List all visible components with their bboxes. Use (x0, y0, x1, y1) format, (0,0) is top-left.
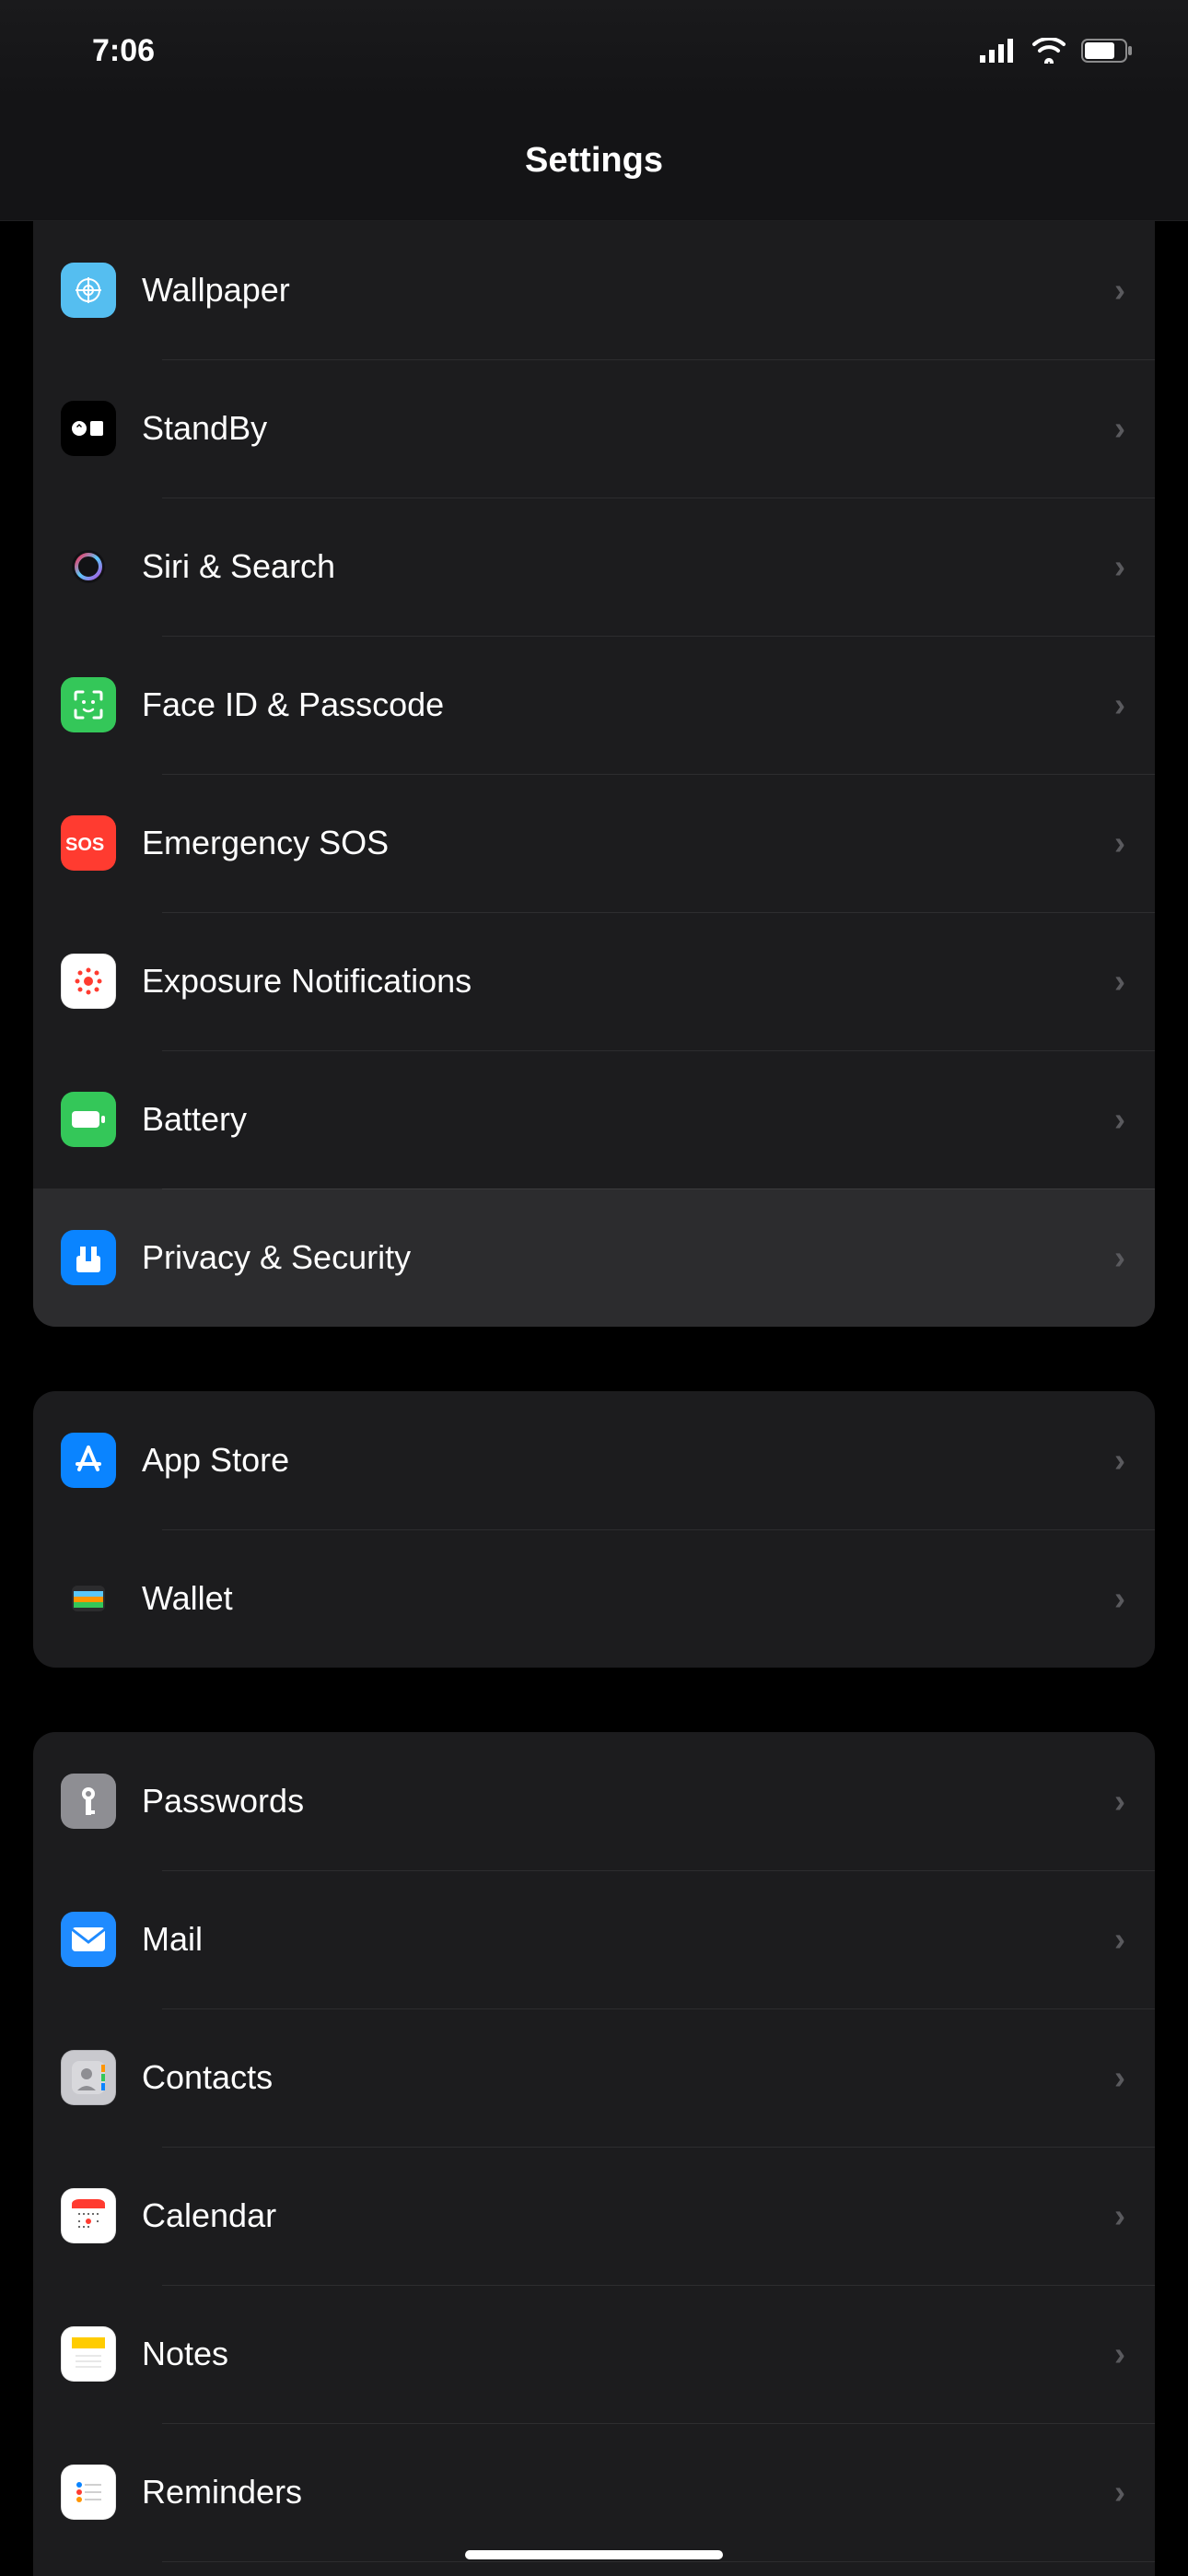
privacy-icon (61, 1230, 116, 1285)
chevron-right-icon: › (1114, 1579, 1125, 1618)
settings-row-freeform[interactable]: Freeform› (33, 2561, 1155, 2576)
chevron-right-icon: › (1114, 1920, 1125, 1959)
chevron-right-icon: › (1114, 2335, 1125, 2373)
settings-row-notes[interactable]: Notes › (33, 2285, 1155, 2423)
settings-row-label: Calendar (142, 2196, 1089, 2235)
wallet-icon (61, 1571, 116, 1626)
wallpaper-icon (61, 263, 116, 318)
settings-row-label: StandBy (142, 409, 1089, 448)
settings-group-system: Wallpaper›StandBy›Siri & Search›Face ID … (33, 221, 1155, 1327)
chevron-right-icon: › (1114, 962, 1125, 1001)
chevron-right-icon: › (1114, 271, 1125, 310)
settings-list[interactable]: Wallpaper›StandBy›Siri & Search›Face ID … (0, 221, 1188, 2576)
appstore-icon (61, 1433, 116, 1488)
status-bar: 7:06 (0, 0, 1188, 101)
settings-row-siri[interactable]: Siri & Search › (33, 498, 1155, 636)
settings-row-label: Privacy & Security (142, 1238, 1089, 1277)
faceid-icon (61, 677, 116, 732)
calendar-icon (61, 2188, 116, 2243)
settings-row-battery[interactable]: Battery › (33, 1050, 1155, 1188)
svg-text:SOS: SOS (65, 835, 104, 855)
chevron-right-icon: › (1114, 547, 1125, 586)
sos-icon: SOS (61, 815, 116, 871)
settings-row-wallet[interactable]: Wallet › (33, 1529, 1155, 1668)
settings-row-label: Emergency SOS (142, 824, 1089, 862)
settings-row-label: Passwords (142, 1782, 1089, 1821)
settings-row-contacts[interactable]: Contacts › (33, 2008, 1155, 2147)
settings-row-label: Wallpaper (142, 271, 1089, 310)
settings-group-apps: Passwords›Mail›Contacts›Calendar›Notes›R… (33, 1732, 1155, 2576)
home-indicator[interactable] (465, 2550, 723, 2559)
settings-row-label: Reminders (142, 2473, 1089, 2512)
settings-row-appstore[interactable]: App Store › (33, 1391, 1155, 1529)
siri-icon (61, 539, 116, 594)
settings-row-label: Exposure Notifications (142, 962, 1089, 1001)
settings-row-standby[interactable]: StandBy › (33, 359, 1155, 498)
chevron-right-icon: › (1114, 1782, 1125, 1821)
settings-row-mail[interactable]: Mail › (33, 1870, 1155, 2008)
settings-row-reminders[interactable]: Reminders › (33, 2423, 1155, 2561)
settings-row-label: Wallet (142, 1579, 1089, 1618)
chevron-right-icon: › (1114, 1238, 1125, 1277)
battery-icon (61, 1092, 116, 1147)
settings-row-wallpaper[interactable]: Wallpaper › (33, 221, 1155, 359)
exposure-icon (61, 954, 116, 1009)
settings-row-label: Contacts (142, 2058, 1089, 2097)
settings-row-label: Mail (142, 1920, 1089, 1959)
status-time: 7:06 (92, 33, 155, 69)
settings-row-faceid[interactable]: Face ID & Passcode › (33, 636, 1155, 774)
settings-row-calendar[interactable]: Calendar › (33, 2147, 1155, 2285)
settings-row-label: Notes (142, 2335, 1089, 2373)
chevron-right-icon: › (1114, 824, 1125, 862)
wifi-icon (1031, 38, 1066, 64)
mail-icon (61, 1912, 116, 1967)
settings-row-label: Siri & Search (142, 547, 1089, 586)
chevron-right-icon: › (1114, 2473, 1125, 2512)
chevron-right-icon: › (1114, 1441, 1125, 1480)
chevron-right-icon: › (1114, 1100, 1125, 1139)
chevron-right-icon: › (1114, 409, 1125, 448)
chevron-right-icon: › (1114, 685, 1125, 724)
cellular-icon (980, 39, 1017, 63)
settings-row-privacy[interactable]: Privacy & Security › (33, 1188, 1155, 1327)
settings-row-exposure[interactable]: Exposure Notifications › (33, 912, 1155, 1050)
passwords-icon (61, 1774, 116, 1829)
settings-row-sos[interactable]: SOS Emergency SOS › (33, 774, 1155, 912)
settings-row-label: Face ID & Passcode (142, 685, 1089, 724)
battery-icon (1081, 39, 1133, 63)
settings-row-label: Battery (142, 1100, 1089, 1139)
nav-bar: Settings (0, 101, 1188, 221)
page-title: Settings (525, 141, 663, 181)
notes-icon (61, 2326, 116, 2382)
standby-icon (61, 401, 116, 456)
chevron-right-icon: › (1114, 2196, 1125, 2235)
settings-row-passwords[interactable]: Passwords › (33, 1732, 1155, 1870)
contacts-icon (61, 2050, 116, 2105)
status-icons (980, 38, 1133, 64)
settings-row-label: App Store (142, 1441, 1089, 1480)
settings-group-store: App Store › Wallet › (33, 1391, 1155, 1668)
reminders-icon (61, 2465, 116, 2520)
chevron-right-icon: › (1114, 2058, 1125, 2097)
